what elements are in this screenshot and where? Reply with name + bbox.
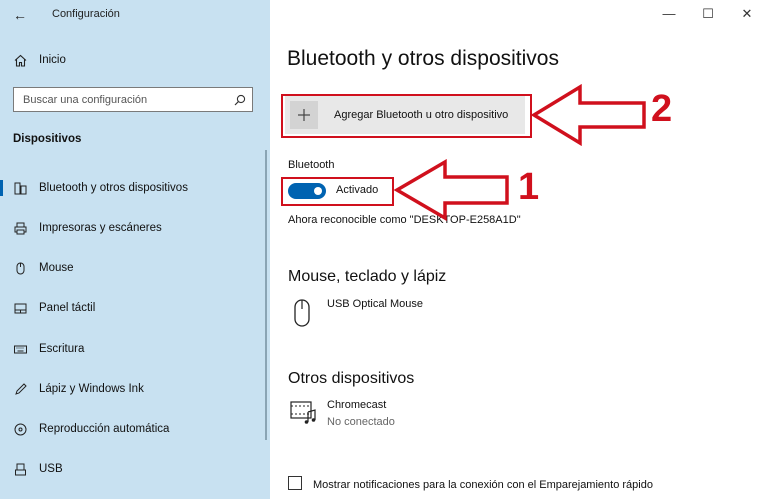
maximize-icon: ☐ xyxy=(702,6,714,21)
mouse-icon xyxy=(13,261,27,275)
printer-icon xyxy=(13,221,27,235)
quick-pair-label: Mostrar notificaciones para la conexión … xyxy=(313,479,653,491)
back-button[interactable]: ← xyxy=(10,6,30,24)
sidebar-item-label: Mouse xyxy=(39,262,74,274)
usb-icon xyxy=(13,462,27,476)
minimize-icon: — xyxy=(662,6,676,21)
annotation-number-2: 2 xyxy=(651,88,673,130)
sidebar-item-label: USB xyxy=(39,463,63,475)
annotation-box-2 xyxy=(281,94,532,138)
quick-pair-checkbox[interactable] xyxy=(288,476,302,490)
sidebar-item-label: Lápiz y Windows Ink xyxy=(39,383,144,395)
search-box xyxy=(13,87,253,112)
annotation-box-1 xyxy=(281,177,394,206)
media-device-icon xyxy=(290,400,318,428)
sidebar-item-home[interactable]: Inicio xyxy=(0,45,266,75)
annotation-arrow-2 xyxy=(530,84,646,146)
search-icon[interactable] xyxy=(234,93,246,106)
arrow-left-icon: ← xyxy=(13,7,27,23)
app-title: Configuración xyxy=(52,8,120,20)
autoplay-icon xyxy=(13,422,27,436)
sidebar: ← Configuración Inicio Dispositivos Blue… xyxy=(0,0,270,499)
sidebar-item-autoplay[interactable]: Reproducción automática xyxy=(0,414,266,444)
sidebar-item-label: Escritura xyxy=(39,343,85,355)
sidebar-item-label: Impresoras y escáneres xyxy=(39,222,162,234)
section-title: Dispositivos xyxy=(13,133,82,145)
annotation-number-1: 1 xyxy=(518,166,540,208)
mouse-device-name[interactable]: USB Optical Mouse xyxy=(327,298,423,310)
sidebar-item-mouse[interactable]: Mouse xyxy=(0,253,266,283)
close-button[interactable]: ✕ xyxy=(733,4,761,24)
title-bar: ← Configuración xyxy=(0,0,270,30)
other-device-name[interactable]: Chromecast xyxy=(327,399,386,411)
other-section-title: Otros dispositivos xyxy=(288,370,415,387)
annotation-arrow-1 xyxy=(393,159,509,221)
sidebar-item-label: Reproducción automática xyxy=(39,423,170,435)
sidebar-item-printers[interactable]: Impresoras y escáneres xyxy=(0,213,266,243)
other-device-status: No conectado xyxy=(327,416,395,428)
home-icon xyxy=(13,53,27,67)
search-input[interactable] xyxy=(14,88,233,111)
touchpad-icon xyxy=(13,301,27,315)
maximize-button[interactable]: ☐ xyxy=(694,4,722,24)
sidebar-scrollbar[interactable] xyxy=(265,150,267,440)
sidebar-item-bluetooth[interactable]: Bluetooth y otros dispositivos xyxy=(0,173,266,203)
mouse-section-title: Mouse, teclado y lápiz xyxy=(288,268,447,285)
close-icon: ✕ xyxy=(741,6,753,21)
bluetooth-devices-icon xyxy=(13,181,27,195)
sidebar-item-pen[interactable]: Lápiz y Windows Ink xyxy=(0,374,266,404)
minimize-button[interactable]: — xyxy=(655,4,683,24)
pen-icon xyxy=(13,382,27,396)
bluetooth-section-label: Bluetooth xyxy=(288,159,335,171)
sidebar-item-label: Bluetooth y otros dispositivos xyxy=(39,182,188,194)
mouse-device-icon xyxy=(290,298,314,327)
page-title: Bluetooth y otros dispositivos xyxy=(287,47,559,70)
sidebar-item-label: Panel táctil xyxy=(39,302,96,314)
sidebar-item-typing[interactable]: Escritura xyxy=(0,334,266,364)
sidebar-item-touchpad[interactable]: Panel táctil xyxy=(0,293,266,323)
sidebar-item-usb[interactable]: USB xyxy=(0,454,266,484)
keyboard-icon xyxy=(13,342,27,356)
sidebar-item-label: Inicio xyxy=(39,54,66,66)
